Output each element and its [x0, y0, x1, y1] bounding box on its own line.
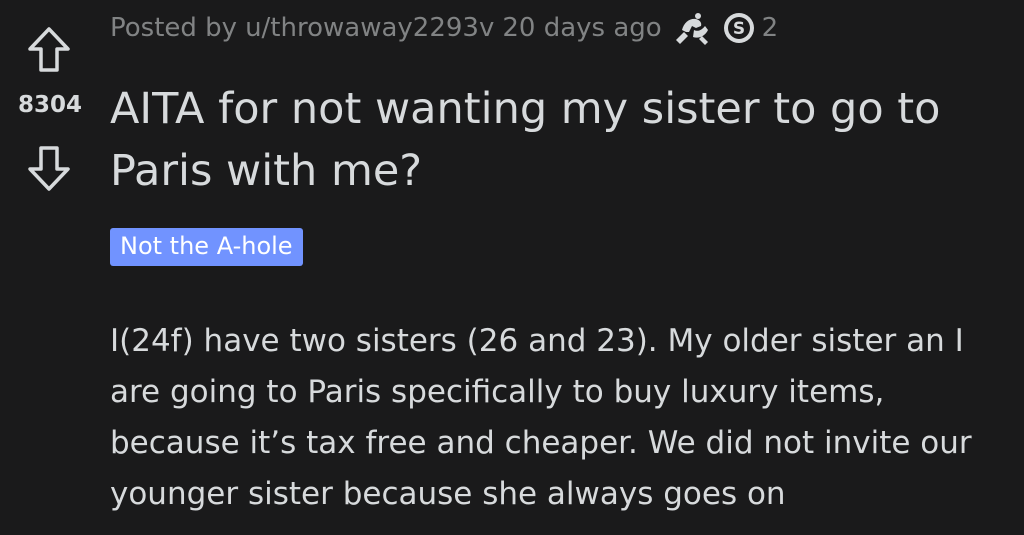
silver-award[interactable]: S 2: [722, 11, 779, 45]
vote-column: 8304: [0, 0, 100, 535]
post-meta: Posted by u/throwaway2293v 20 days ago S…: [110, 8, 778, 48]
post-body: I(24f) have two sisters (26 and 23). My …: [110, 316, 1015, 520]
post-time: 20 days ago: [502, 13, 662, 43]
wholesome-award[interactable]: [672, 10, 712, 46]
username-link[interactable]: u/throwaway2293v: [245, 13, 494, 43]
upvote-arrow-icon: [28, 27, 70, 72]
upvote-button[interactable]: [19, 20, 79, 80]
vote-score: 8304: [17, 92, 82, 118]
svg-text:S: S: [733, 19, 745, 39]
post-body-text: I(24f) have two sisters (26 and 23). My …: [110, 323, 972, 512]
posted-by-label: Posted by: [110, 13, 238, 43]
downvote-button[interactable]: [19, 138, 79, 198]
post-flair[interactable]: Not the A-hole: [110, 228, 303, 266]
silver-award-icon: S: [723, 13, 754, 43]
wholesome-award-icon: [675, 13, 708, 45]
downvote-arrow-icon: [28, 146, 70, 191]
silver-award-count: 2: [761, 13, 779, 43]
post-title[interactable]: AITA for not wanting my sister to go to …: [110, 78, 1020, 202]
